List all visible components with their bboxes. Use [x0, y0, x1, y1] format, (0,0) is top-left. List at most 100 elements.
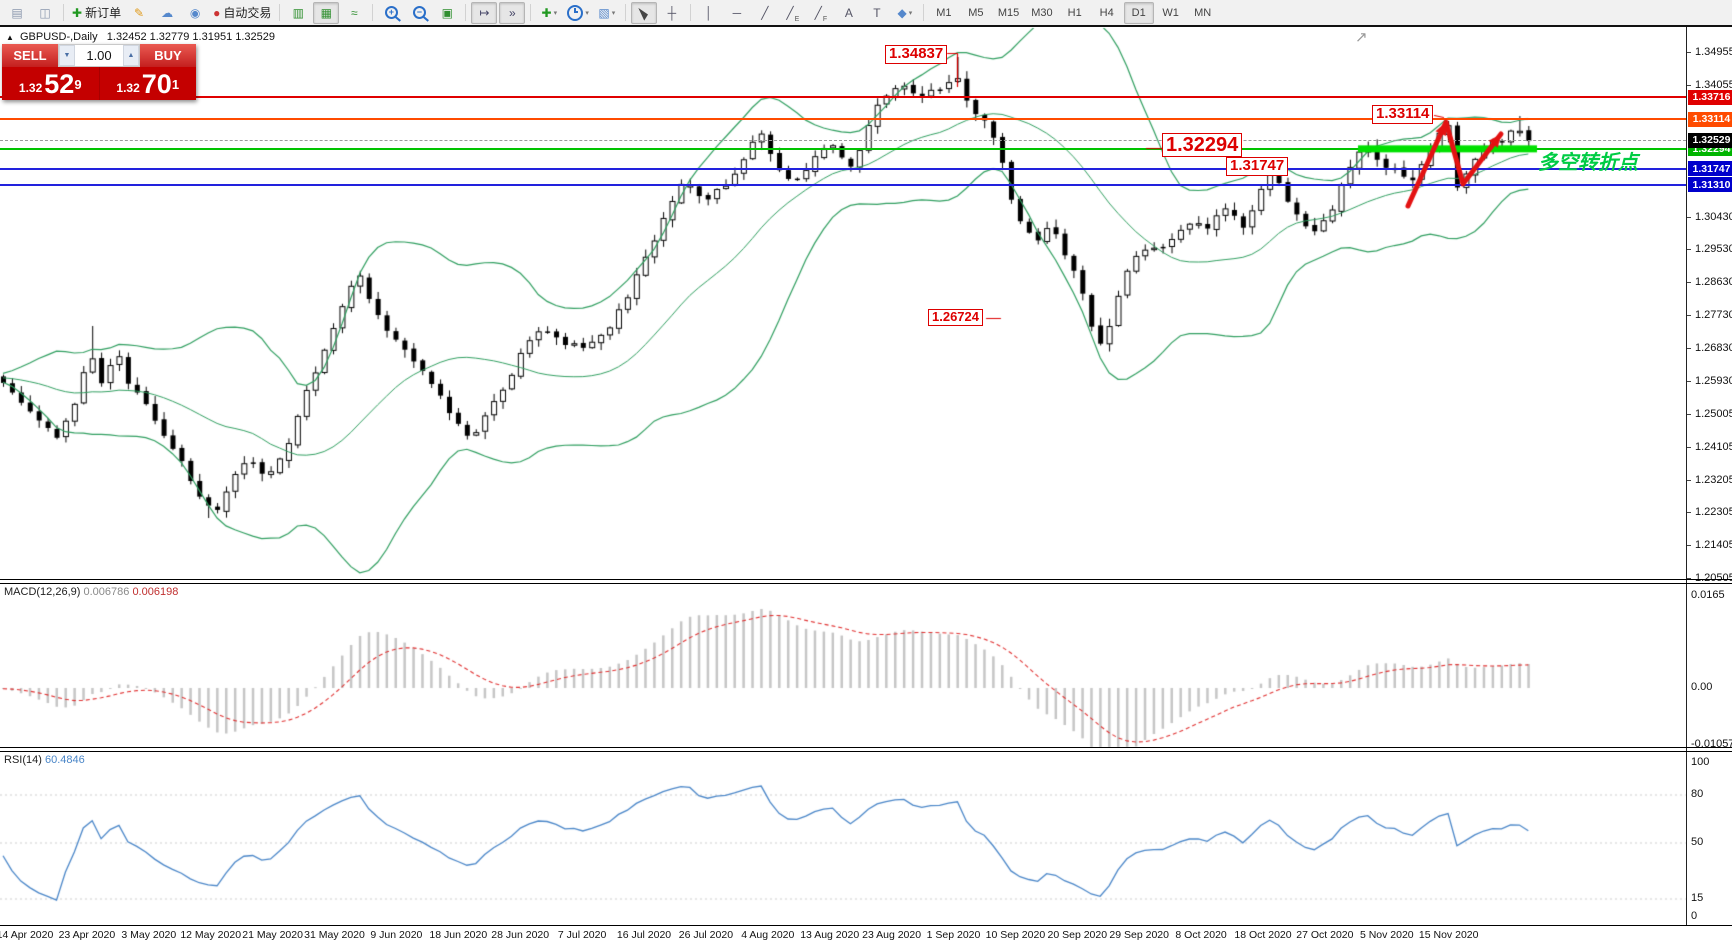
strategy-tester-icon[interactable]: ◫: [32, 2, 58, 24]
price-badge: 1.33114: [1688, 112, 1732, 127]
zoom-out-icon[interactable]: −: [406, 2, 432, 24]
tf-mn[interactable]: MN: [1188, 2, 1218, 24]
cursor-icon: [638, 5, 649, 20]
tf-h4[interactable]: H4: [1092, 2, 1122, 24]
price-annotation[interactable]: 1.26724: [928, 309, 983, 326]
collapse-triangle-icon[interactable]: ▲: [6, 33, 14, 42]
pane-separator[interactable]: [0, 751, 1732, 752]
date-label: 15 Nov 2020: [1419, 929, 1479, 941]
tf-h1[interactable]: H1: [1060, 2, 1090, 24]
sell-price[interactable]: 1.32 52 9: [2, 67, 99, 100]
rsi-axis-label: 80: [1691, 788, 1703, 800]
volume-up-button[interactable]: ▲: [123, 45, 139, 66]
line-chart-icon: ≈: [351, 7, 358, 19]
price-annotation[interactable]: 1.33114: [1372, 105, 1433, 124]
time-axis[interactable]: 14 Apr 202023 Apr 20203 May 202012 May 2…: [0, 929, 1732, 945]
chart-shift-icon[interactable]: ↦: [471, 2, 497, 24]
date-label: 16 Jul 2020: [617, 929, 671, 941]
buy-button[interactable]: BUY: [140, 44, 196, 67]
tf-w1[interactable]: W1: [1156, 2, 1186, 24]
axis-tick-label: 1.27730: [1695, 309, 1732, 321]
indicators-button[interactable]: ✚▾: [536, 2, 562, 24]
text-tool[interactable]: A: [836, 2, 862, 24]
text-tool: A: [845, 7, 853, 19]
trendline-tool[interactable]: ╱: [752, 2, 778, 24]
date-label: 7 Jul 2020: [558, 929, 606, 941]
axis-tick-label: 1.28630: [1695, 276, 1732, 288]
mt4-window: ▤◫ ✚新订单✎ ☁ ◉●自动交易 ▥ ▦ ≈ + − ▣ ↦» ✚▾▾▧▾ ┼ │ ─ ╱ ╱E╱F A T ◆▾ M…: [0, 0, 1732, 946]
tf-m30[interactable]: M30: [1026, 2, 1057, 24]
tf-m5[interactable]: M5: [961, 2, 991, 24]
cursor-button[interactable]: [631, 2, 657, 24]
candlestick-chart-icon[interactable]: ▦: [313, 2, 339, 24]
vline-tool[interactable]: │: [696, 2, 722, 24]
pane-separator: [0, 925, 1732, 926]
bar-chart-icon[interactable]: ▥: [285, 2, 311, 24]
toolbar-separator: [279, 4, 280, 21]
zoom-out-icon: −: [413, 6, 426, 19]
community-icon: ☁: [161, 7, 173, 19]
axis-tick-label: 1.23205: [1695, 474, 1732, 486]
autotrading-button[interactable]: ●自动交易: [210, 2, 274, 24]
fibonacci-tool[interactable]: ╱F: [808, 2, 834, 24]
community-icon[interactable]: ☁: [154, 2, 180, 24]
signals-icon[interactable]: ◉: [182, 2, 208, 24]
date-label: 21 May 2020: [242, 929, 303, 941]
price-annotation[interactable]: 1.31747: [1226, 157, 1288, 176]
new-order-button[interactable]: ✚新订单: [69, 2, 124, 24]
volume-input[interactable]: 1.00: [75, 45, 123, 66]
symbol-name: GBPUSD-,Daily: [20, 31, 98, 43]
date-label: 28 Jun 2020: [491, 929, 549, 941]
buy-price[interactable]: 1.32 70 1: [100, 67, 197, 100]
rsi-axis-label: 15: [1691, 892, 1703, 904]
tf-m1[interactable]: M1: [929, 2, 959, 24]
charts-window-icon[interactable]: ▤: [4, 2, 30, 24]
sell-button[interactable]: SELL: [2, 44, 58, 67]
line-chart-icon[interactable]: ≈: [341, 2, 367, 24]
label-tool: T: [873, 7, 880, 19]
pane-separator[interactable]: [0, 747, 1732, 748]
rsi-header: RSI(14) 60.4846: [4, 754, 85, 766]
window-top-border: [0, 25, 1732, 27]
hline-tool[interactable]: ─: [724, 2, 750, 24]
date-label: 9 Jun 2020: [370, 929, 422, 941]
chinese-note[interactable]: 多空转折点: [1538, 146, 1638, 175]
tile-windows-icon: ▣: [442, 7, 453, 19]
zoom-in-icon[interactable]: +: [378, 2, 404, 24]
new-order-button: ✚: [72, 7, 82, 19]
date-label: 26 Jul 2020: [679, 929, 733, 941]
symbol-info-bar: ▲ GBPUSD-,Daily 1.32452 1.32779 1.31951 …: [6, 31, 275, 43]
rsi-axis-label: 0: [1691, 910, 1697, 922]
channel-tool[interactable]: ╱E: [780, 2, 806, 24]
date-label: 3 May 2020: [121, 929, 176, 941]
trendline-tool: ╱: [761, 7, 768, 19]
pane-separator[interactable]: [0, 579, 1732, 580]
toolbar-separator: [63, 4, 64, 21]
price-annotation[interactable]: 1.32294: [1162, 133, 1242, 157]
price-axis-line[interactable]: [1686, 27, 1687, 925]
hline-tool: ─: [733, 7, 742, 19]
volume-down-button[interactable]: ▼: [59, 45, 75, 66]
tile-windows-icon[interactable]: ▣: [434, 2, 460, 24]
rsi-label: RSI(14): [4, 754, 42, 766]
crayon-icon[interactable]: ✎: [126, 2, 152, 24]
macd-axis-label: -0.010571: [1691, 738, 1732, 750]
tf-m15[interactable]: M15: [993, 2, 1024, 24]
pane-separator[interactable]: [0, 583, 1732, 584]
label-tool[interactable]: T: [864, 2, 890, 24]
macd-value-main: 0.006786: [83, 586, 129, 598]
shapes-button[interactable]: ◆▾: [892, 2, 918, 24]
auto-scroll-icon[interactable]: »: [499, 2, 525, 24]
candlestick-chart-icon: ▦: [321, 7, 332, 19]
tf-d1[interactable]: D1: [1124, 2, 1154, 24]
axis-tick-label: 1.22305: [1695, 506, 1732, 518]
price-annotation[interactable]: 1.34837: [885, 45, 947, 64]
templates-button[interactable]: ▧▾: [594, 2, 620, 24]
crosshair-button[interactable]: ┼: [659, 2, 685, 24]
periods-button[interactable]: ▾: [564, 2, 592, 24]
toolbar-separator: [372, 4, 373, 21]
zoom-in-icon: +: [385, 6, 398, 19]
drawings-canvas[interactable]: [0, 0, 1732, 946]
shapes-button: ◆: [897, 7, 906, 19]
macd-axis-label: 0.00: [1691, 681, 1712, 693]
